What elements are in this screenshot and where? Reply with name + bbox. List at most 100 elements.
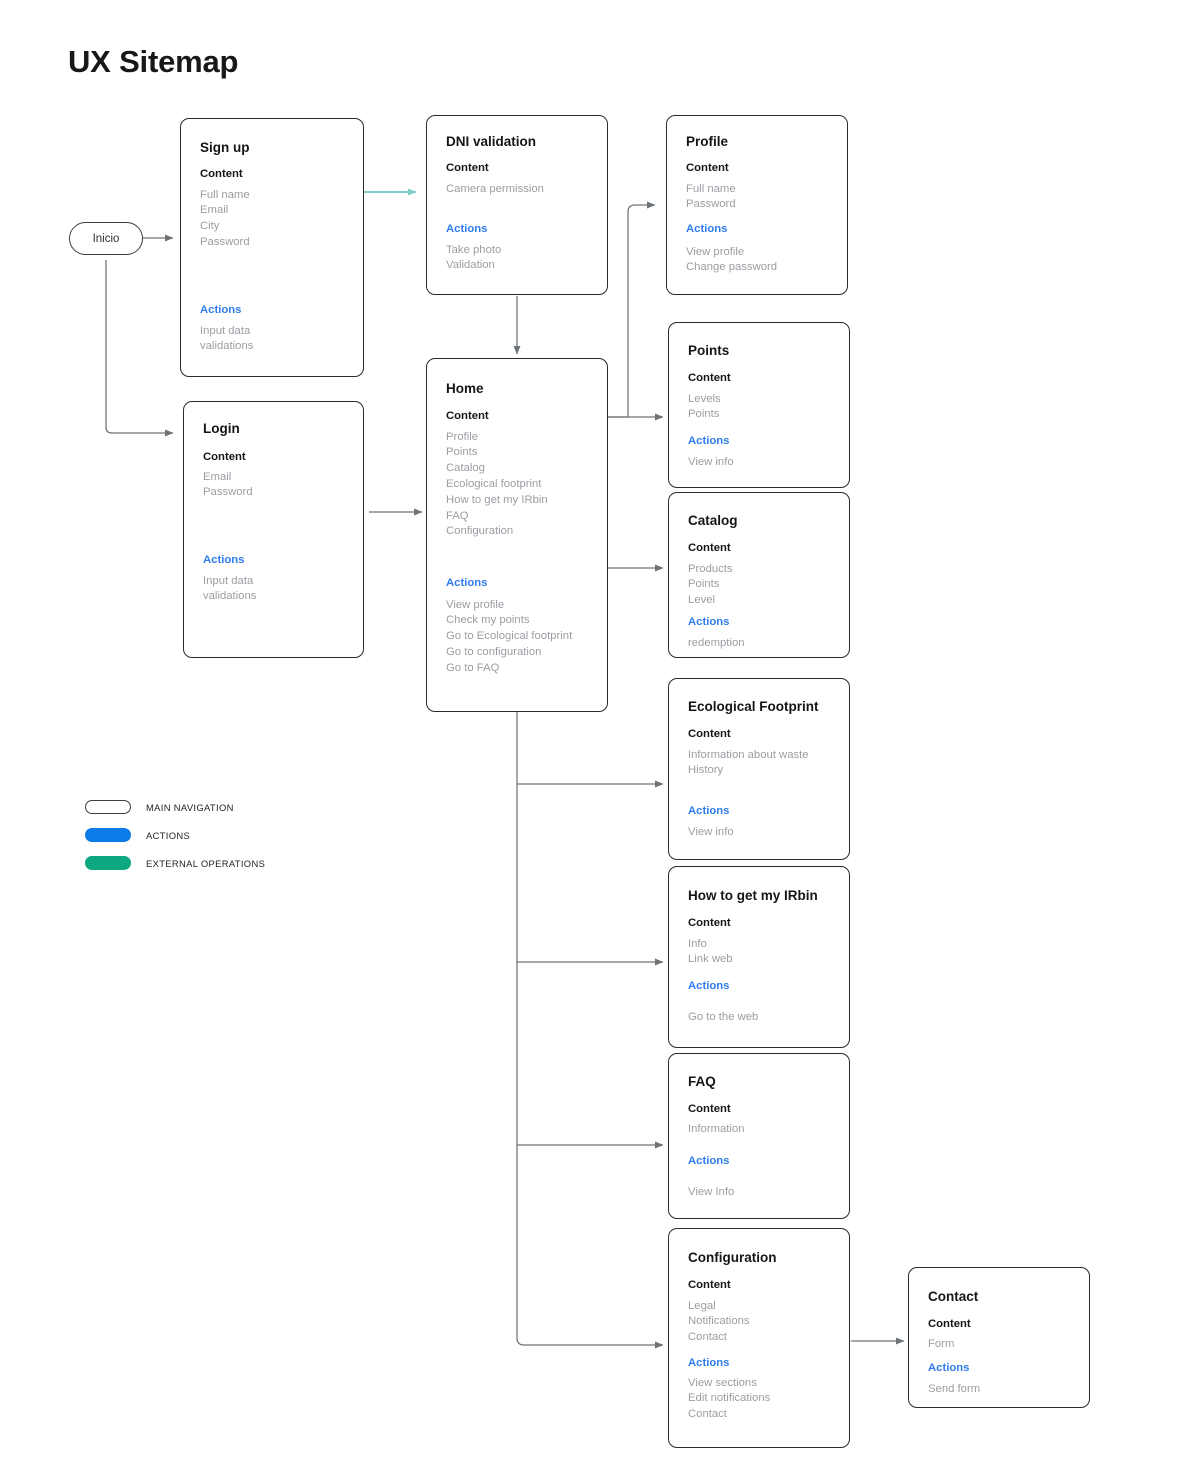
action-item: Send form — [928, 1382, 981, 1395]
action-item: View info — [688, 825, 734, 838]
section-header-actions: Actions — [928, 1362, 970, 1374]
content-item: City — [200, 220, 220, 233]
card-how-to-get-my-irbin[interactable]: How to get my IRbin Content Info Link we… — [668, 866, 850, 1048]
content-item: History — [688, 764, 724, 777]
card-title: Ecological Footprint — [688, 699, 819, 714]
section-header-content: Content — [203, 451, 246, 463]
card-title: Profile — [686, 134, 729, 149]
content-item: Password — [200, 235, 250, 248]
section-header-content: Content — [688, 728, 731, 740]
card-home[interactable]: Home Content Profile Points Catalog Ecol… — [426, 358, 608, 712]
card-login[interactable]: Login Content Email Password Actions Inp… — [183, 401, 364, 658]
action-item: Go to the web — [688, 1010, 759, 1023]
content-item: Configuration — [446, 525, 514, 538]
action-item: redemption — [688, 636, 745, 649]
section-header-content: Content — [686, 162, 729, 174]
card-title: DNI validation — [446, 134, 537, 149]
content-item: Link web — [688, 953, 733, 966]
action-item: View info — [688, 455, 734, 468]
content-item: How to get my IRbin — [446, 493, 548, 506]
content-item: Email — [203, 470, 232, 483]
page-title: UX Sitemap — [68, 44, 239, 79]
actions-list: Take photo Validation — [446, 243, 595, 275]
card-dni-validation[interactable]: DNI validation Content Camera permission… — [426, 115, 608, 295]
card-sign-up[interactable]: Sign up Content Full name Email City Pas… — [180, 118, 364, 377]
card-faq[interactable]: FAQ Content Information Actions View Inf… — [668, 1053, 850, 1219]
content-item: Points — [446, 446, 478, 459]
card-contact[interactable]: Contact Content Form Actions Send form — [908, 1267, 1090, 1408]
card-title: Points — [688, 343, 730, 358]
content-item: Products — [688, 562, 733, 575]
content-item: Camera permission — [446, 182, 544, 195]
actions-list: View Info — [688, 1185, 837, 1201]
legend-swatch-actions — [85, 828, 131, 842]
content-item: Password — [203, 486, 253, 499]
section-header-content: Content — [688, 1279, 731, 1291]
action-item: View sections — [688, 1376, 757, 1389]
action-item: Check my points — [446, 614, 530, 627]
action-item: Take photo — [446, 243, 502, 256]
section-header-content: Content — [200, 168, 243, 180]
section-header-content: Content — [688, 542, 731, 554]
legend-item-external-operations: EXTERNAL OPERATIONS — [85, 849, 265, 877]
actions-list: Send form — [928, 1382, 1077, 1398]
actions-list: View profile Check my points Go to Ecolo… — [446, 598, 595, 677]
actions-list: View profile Change password — [686, 245, 835, 277]
card-profile[interactable]: Profile Content Full name Password Actio… — [666, 115, 848, 295]
content-item: Catalog — [446, 462, 485, 475]
edge-home-configuration — [516, 712, 664, 1349]
section-header-actions: Actions — [688, 980, 730, 992]
action-item: View Info — [688, 1185, 735, 1198]
content-item: FAQ — [446, 509, 469, 522]
content-list: Levels Points — [688, 392, 837, 424]
content-list: Profile Points Catalog Ecological footpr… — [446, 430, 595, 541]
section-header-content: Content — [446, 410, 489, 422]
content-list: Info Link web — [688, 937, 837, 969]
action-item: Validation — [446, 259, 495, 272]
action-item: validations — [203, 590, 257, 603]
action-item: Go to Ecological footprint — [446, 630, 573, 643]
content-item: Levels — [688, 392, 721, 405]
action-item: Go to FAQ — [446, 661, 500, 674]
legend-label: MAIN NAVIGATION — [146, 801, 234, 813]
content-item: Ecological footprint — [446, 477, 542, 490]
card-points[interactable]: Points Content Levels Points Actions Vie… — [668, 322, 850, 488]
section-header-actions: Actions — [688, 435, 730, 447]
actions-list: View info — [688, 825, 837, 841]
card-title: How to get my IRbin — [688, 888, 818, 903]
edge-home-profile — [608, 201, 656, 418]
section-header-actions: Actions — [688, 1155, 730, 1167]
content-item: Legal — [688, 1299, 716, 1312]
section-header-content: Content — [688, 917, 731, 929]
section-header-actions: Actions — [200, 304, 242, 316]
section-header-actions: Actions — [203, 554, 245, 566]
start-node-inicio[interactable]: Inicio — [69, 222, 143, 255]
content-item: Contact — [688, 1331, 727, 1344]
card-catalog[interactable]: Catalog Content Products Points Level Ac… — [668, 492, 850, 658]
legend-label: ACTIONS — [146, 829, 191, 841]
content-list: Information — [688, 1122, 837, 1138]
content-item: Profile — [446, 430, 479, 443]
section-header-actions: Actions — [446, 577, 488, 589]
section-header-content: Content — [688, 372, 731, 384]
legend-item-main-navigation: MAIN NAVIGATION — [85, 793, 265, 821]
section-header-actions: Actions — [446, 223, 488, 235]
legend-swatch-main-navigation — [85, 800, 131, 814]
content-item: Email — [200, 204, 229, 217]
content-item: Full name — [686, 182, 736, 195]
content-list: Products Points Level — [688, 562, 837, 609]
start-node-label: Inicio — [92, 232, 120, 245]
sitemap-canvas: UX Sitemap Inicio Sign up Content Full n… — [0, 0, 1194, 1480]
card-title: Catalog — [688, 513, 738, 528]
content-item: Points — [688, 408, 720, 421]
content-item: Form — [928, 1337, 955, 1350]
section-header-content: Content — [688, 1103, 731, 1115]
action-item: validations — [200, 340, 254, 353]
edge-inicio-login — [105, 260, 174, 437]
legend-item-actions: ACTIONS — [85, 821, 265, 849]
card-ecological-footprint[interactable]: Ecological Footprint Content Information… — [668, 678, 850, 860]
content-list: Legal Notifications Contact — [688, 1299, 837, 1346]
card-configuration[interactable]: Configuration Content Legal Notification… — [668, 1228, 850, 1448]
content-item: Password — [686, 198, 736, 211]
content-item: Level — [688, 594, 716, 607]
